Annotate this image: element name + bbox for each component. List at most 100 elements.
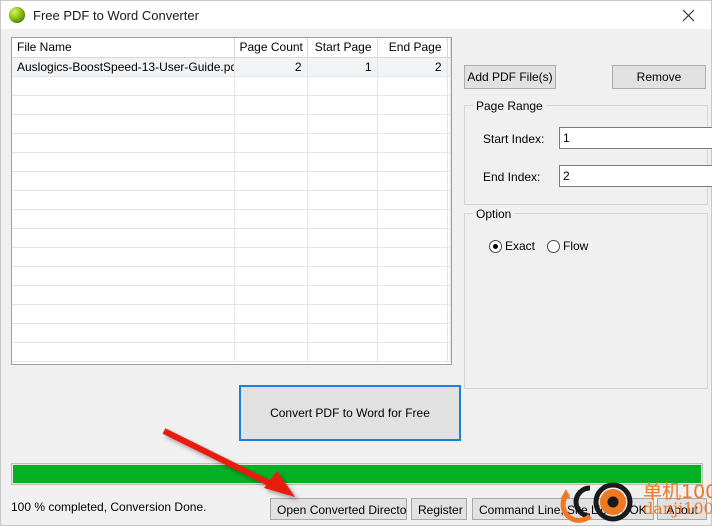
radio-flow-label: Flow [563, 239, 589, 253]
cell-empty [12, 76, 235, 96]
bottom-button-command-line-site-license[interactable]: Command Line, Site License [472, 498, 618, 520]
cell-empty [447, 323, 451, 343]
radio-exact-label: Exact [505, 239, 536, 253]
cell-empty [234, 304, 308, 324]
table-row-empty[interactable] [12, 285, 451, 305]
cell-empty [12, 228, 235, 248]
cell-empty [307, 323, 378, 343]
cell-empty [447, 228, 451, 248]
cell-empty [234, 152, 308, 172]
remove-button[interactable]: Remove [612, 65, 706, 89]
end-index-stepper[interactable] [559, 165, 712, 187]
cell-empty [377, 209, 448, 229]
cell-empty [307, 95, 378, 115]
page-range-legend: Page Range [473, 99, 546, 113]
table-row-empty[interactable] [12, 266, 451, 286]
cell-empty [377, 247, 448, 267]
bottom-button-bar: Open Converted Directory Register Command … [2, 498, 710, 524]
table-row-empty[interactable] [12, 152, 451, 172]
table-row-empty[interactable] [12, 95, 451, 115]
table-row-empty[interactable] [12, 190, 451, 210]
cell-empty [307, 304, 378, 324]
cell-empty [12, 304, 235, 324]
cell-empty [447, 190, 451, 210]
column-header-page-count[interactable]: Page Count [234, 38, 308, 58]
cell-empty [307, 152, 378, 172]
bottom-button-ok[interactable]: OK [622, 498, 654, 520]
cell-empty [307, 285, 378, 305]
cell-empty [234, 228, 308, 248]
bottom-button-register[interactable]: Register [411, 498, 467, 520]
cell-empty [234, 342, 308, 362]
cell-empty [234, 266, 308, 286]
table-row-empty[interactable] [12, 247, 451, 267]
cell-empty [307, 171, 378, 191]
table-row-empty[interactable] [12, 114, 451, 134]
cell-empty [12, 266, 235, 286]
cell-start-page: 1 [307, 57, 378, 77]
radio-exact-indicator[interactable] [489, 239, 502, 253]
window-title: Free PDF to Word Converter [33, 7, 199, 23]
cell-empty [12, 171, 235, 191]
progress-bar [11, 463, 703, 485]
start-index-input[interactable] [559, 127, 712, 149]
cell-empty [234, 209, 308, 229]
table-row-empty[interactable] [12, 304, 451, 324]
radio-option-exact[interactable]: Exact [489, 239, 535, 253]
cell-spacer [447, 57, 451, 77]
radio-option-flow[interactable]: Flow [547, 239, 588, 253]
table-row-empty[interactable] [12, 76, 451, 96]
cell-empty [447, 152, 451, 172]
bottom-button-open-converted-directory[interactable]: Open Converted Directory [270, 498, 407, 520]
table-row-empty[interactable] [12, 323, 451, 343]
cell-empty [12, 285, 235, 305]
cell-empty [12, 152, 235, 172]
cell-empty [234, 133, 308, 153]
cell-empty [307, 247, 378, 267]
start-index-label: Start Index: [483, 132, 545, 146]
start-index-stepper[interactable] [559, 127, 712, 149]
cell-empty [12, 114, 235, 134]
cell-empty [377, 304, 448, 324]
title-bar: Free PDF to Word Converter [1, 1, 711, 29]
cell-empty [447, 266, 451, 286]
convert-button-label: Convert PDF to Word for Free [270, 406, 430, 420]
cell-empty [377, 190, 448, 210]
radio-flow-indicator[interactable] [547, 239, 560, 253]
convert-pdf-to-word-button[interactable]: Convert PDF to Word for Free [239, 385, 461, 441]
table-row-empty[interactable] [12, 133, 451, 153]
cell-empty [307, 114, 378, 134]
cell-empty [12, 133, 235, 153]
end-index-input[interactable] [559, 165, 712, 187]
cell-empty [447, 95, 451, 115]
cell-empty [307, 266, 378, 286]
page-range-group: Page Range Start Index: End Index: [464, 99, 712, 205]
cell-empty [234, 76, 308, 96]
cell-empty [447, 285, 451, 305]
cell-empty [447, 342, 451, 362]
progress-bar-fill [13, 465, 701, 483]
cell-empty [377, 95, 448, 115]
table-row-empty[interactable] [12, 209, 451, 229]
table-row-empty[interactable] [12, 342, 451, 362]
add-pdf-files-button[interactable]: Add PDF File(s) [464, 65, 556, 89]
column-header-end-page[interactable]: End Page [377, 38, 448, 58]
cell-empty [12, 209, 235, 229]
column-header-start-page[interactable]: Start Page [307, 38, 378, 58]
cell-empty [377, 342, 448, 362]
close-icon[interactable] [665, 1, 711, 29]
end-index-label: End Index: [483, 170, 541, 184]
file-list[interactable]: File Name Page Count Start Page End Page… [11, 37, 452, 365]
cell-empty [12, 247, 235, 267]
client-area: File Name Page Count Start Page End Page… [2, 29, 712, 525]
table-row-empty[interactable] [12, 171, 451, 191]
cell-empty [307, 133, 378, 153]
table-row[interactable]: Auslogics-BoostSpeed-13-User-Guide.pdf 2 1… [12, 57, 451, 77]
cell-empty [377, 114, 448, 134]
bottom-button-about[interactable]: About [657, 498, 707, 520]
cell-empty [377, 171, 448, 191]
cell-empty [377, 285, 448, 305]
column-header-file-name[interactable]: File Name [12, 38, 235, 58]
table-row-empty[interactable] [12, 228, 451, 248]
green-orb-icon [9, 7, 25, 23]
